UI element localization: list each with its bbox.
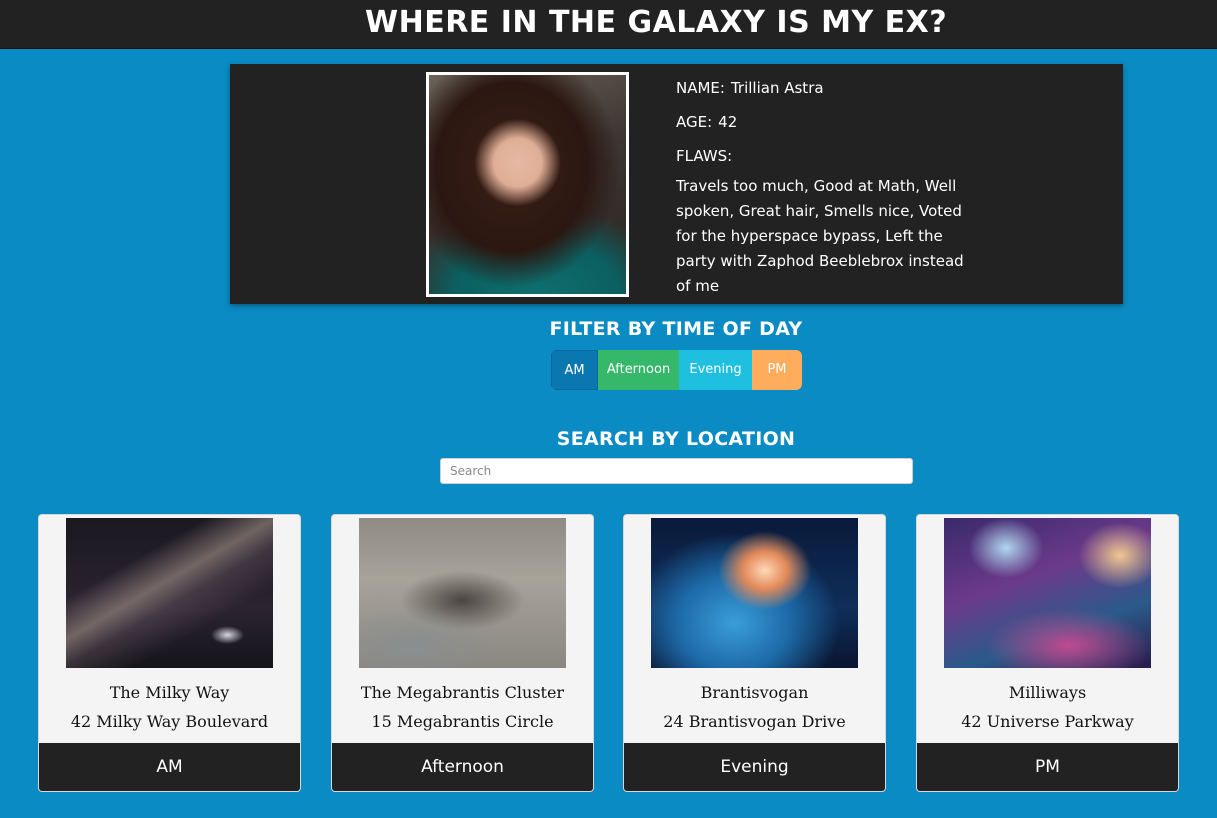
location-name: Brantisvogan: [700, 683, 809, 702]
location-time-footer: AM: [39, 743, 300, 791]
location-card-megabrantis[interactable]: The Megabrantis Cluster 15 Megabrantis C…: [331, 514, 594, 792]
profile-info: NAME: Trillian Astra AGE: 42 FLAWS: Travel…: [676, 78, 966, 299]
profile-name: Trillian Astra: [730, 79, 824, 97]
location-card-milliways[interactable]: Milliways 42 Universe Parkway PM: [916, 514, 1179, 792]
profile-photo: [426, 72, 629, 297]
location-card-brantisvogan[interactable]: Brantisvogan 24 Brantisvogan Drive Eveni…: [623, 514, 886, 792]
time-filter-group: AM Afternoon Evening PM: [551, 350, 802, 390]
page-title: Where in the Galaxy is my Ex?: [365, 5, 948, 40]
location-address: 24 Brantisvogan Drive: [663, 712, 846, 731]
profile-panel: NAME: Trillian Astra AGE: 42 FLAWS: Travel…: [230, 64, 1123, 304]
profile-name-row: NAME: Trillian Astra: [676, 78, 966, 112]
location-name: Milliways: [1008, 683, 1087, 702]
profile-age: 42: [718, 113, 738, 131]
location-address: 15 Megabrantis Circle: [371, 712, 554, 731]
top-navbar: Where in the Galaxy is my Ex?: [0, 0, 1217, 49]
profile-flaws-label-row: FLAWS:: [676, 146, 966, 174]
location-image: [944, 518, 1151, 668]
location-image: [66, 518, 273, 668]
location-image: [651, 518, 858, 668]
flaws-label: FLAWS:: [676, 147, 733, 165]
location-name: The Milky Way: [109, 683, 230, 702]
filter-pm-button[interactable]: PM: [752, 350, 802, 390]
filter-evening-button[interactable]: Evening: [679, 350, 752, 390]
filter-afternoon-button[interactable]: Afternoon: [598, 350, 679, 390]
location-time-footer: Evening: [624, 743, 885, 791]
filter-am-button[interactable]: AM: [551, 350, 598, 390]
search-title: Search by location: [556, 428, 796, 450]
filter-title: Filter by time of day: [549, 318, 803, 340]
age-label: AGE:: [676, 113, 713, 131]
location-time-footer: Afternoon: [332, 743, 593, 791]
location-address: 42 Universe Parkway: [961, 712, 1134, 731]
name-label: NAME:: [676, 79, 725, 97]
location-time-footer: PM: [917, 743, 1178, 791]
profile-flaws: Travels too much, Good at Math, Well spo…: [676, 177, 964, 295]
location-card-milky-way[interactable]: The Milky Way 42 Milky Way Boulevard AM: [38, 514, 301, 792]
search-input[interactable]: [440, 458, 913, 484]
location-image: [359, 518, 566, 668]
location-name: The Megabrantis Cluster: [360, 683, 565, 702]
profile-age-row: AGE: 42: [676, 112, 966, 146]
location-address: 42 Milky Way Boulevard: [70, 712, 269, 731]
